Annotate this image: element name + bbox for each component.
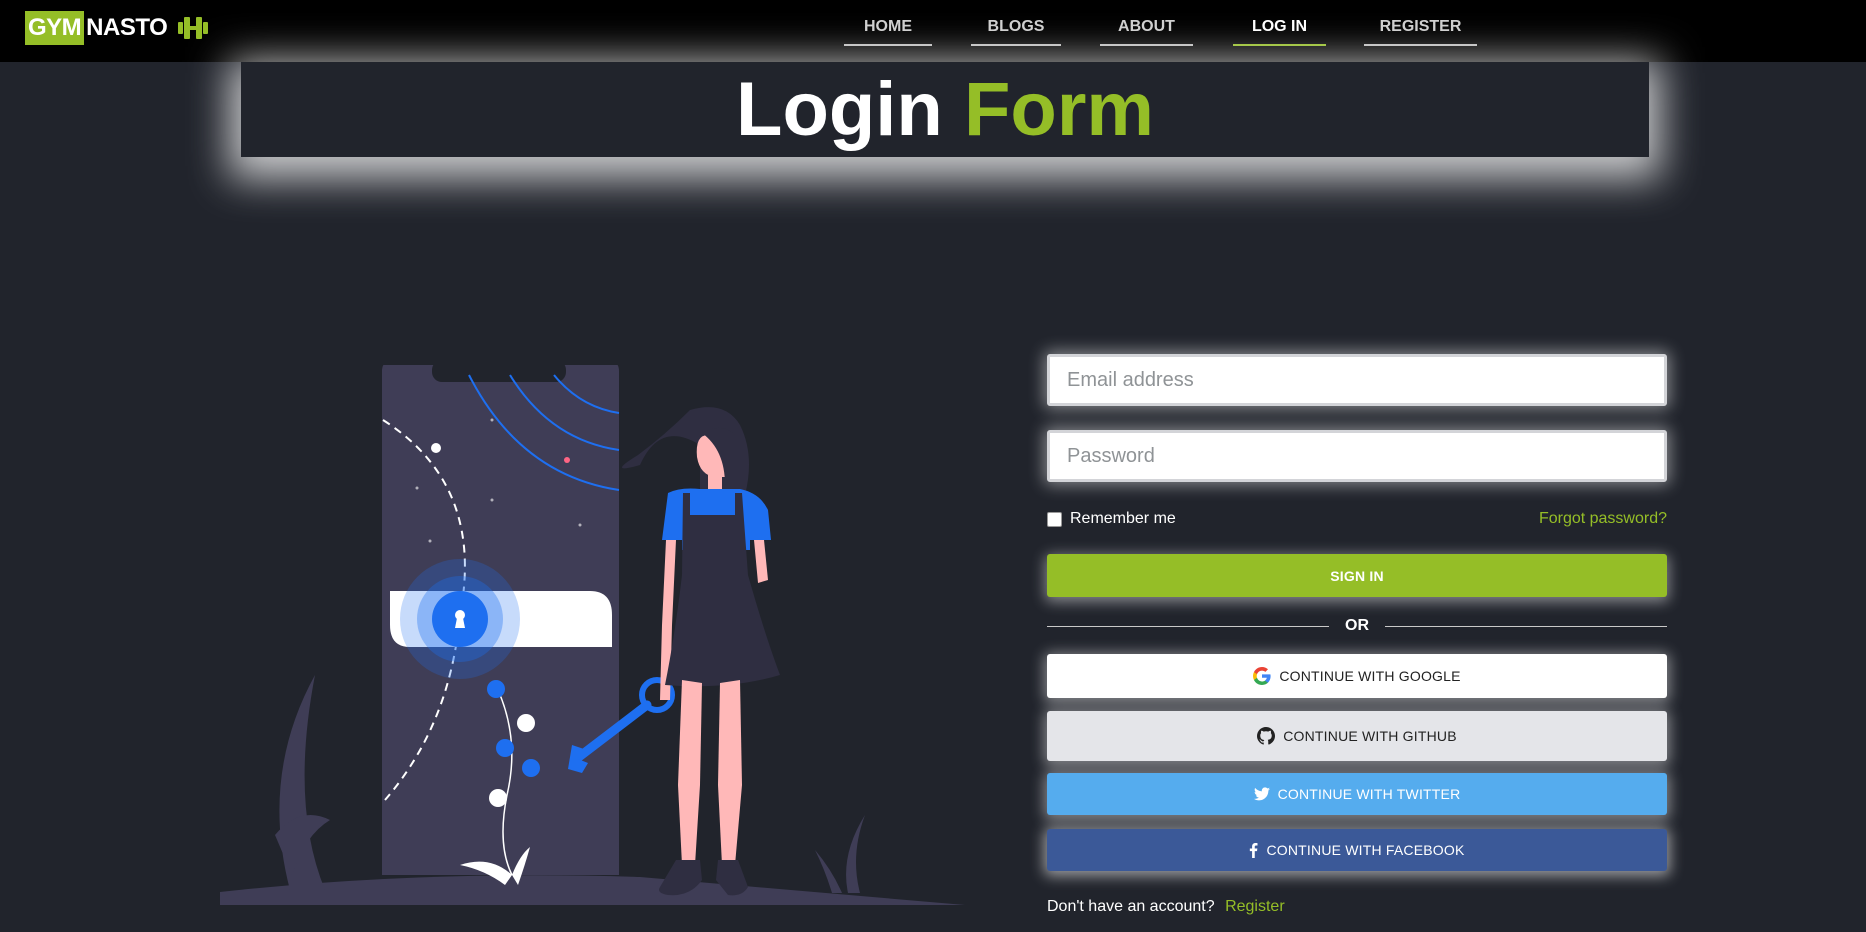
password-input[interactable]	[1047, 430, 1667, 482]
nav-login[interactable]: LOG IN	[1233, 18, 1326, 46]
title-banner: Login Form	[241, 62, 1649, 157]
register-row: Don't have an account? Register	[1047, 898, 1285, 916]
register-link[interactable]: Register	[1225, 898, 1285, 915]
google-icon	[1253, 667, 1271, 685]
github-icon	[1257, 727, 1276, 745]
twitter-label: CONTINUE WITH TWITTER	[1277, 786, 1461, 802]
facebook-icon	[1249, 842, 1258, 858]
facebook-label: CONTINUE WITH FACEBOOK	[1266, 842, 1465, 858]
remember-row: Remember me Forgot password?	[1047, 509, 1667, 533]
nav-home[interactable]: HOME	[844, 18, 932, 46]
no-account-text: Don't have an account?	[1047, 898, 1215, 915]
github-label: CONTINUE WITH GITHUB	[1283, 728, 1457, 744]
nav-about[interactable]: ABOUT	[1100, 18, 1193, 46]
page-title-form: Form	[963, 67, 1154, 152]
nav-register[interactable]: REGISTER	[1364, 18, 1477, 46]
brand-logo[interactable]: GYM NASTO	[25, 11, 209, 45]
or-line-left	[1047, 626, 1329, 627]
brand-part-gym: GYM	[25, 11, 85, 45]
brand-part-nasto: NASTO	[86, 14, 168, 41]
twitter-login-button[interactable]: CONTINUE WITH TWITTER	[1047, 773, 1667, 815]
page-title: Login Form	[241, 52, 1649, 168]
dumbbell-icon	[177, 15, 209, 41]
forgot-password-link[interactable]: Forgot password?	[1539, 510, 1667, 528]
page-title-login: Login	[736, 67, 943, 152]
email-input[interactable]	[1047, 354, 1667, 406]
twitter-icon	[1253, 787, 1270, 801]
remember-label[interactable]: Remember me	[1070, 510, 1176, 528]
nav-blogs[interactable]: BLOGS	[971, 18, 1061, 46]
login-illustration	[220, 365, 965, 905]
or-line-right	[1385, 626, 1667, 627]
google-label: CONTINUE WITH GOOGLE	[1279, 668, 1461, 684]
facebook-login-button[interactable]: CONTINUE WITH FACEBOOK	[1047, 829, 1667, 871]
remember-checkbox[interactable]	[1047, 512, 1062, 527]
or-label: OR	[1345, 617, 1369, 634]
or-divider: OR	[1047, 616, 1667, 638]
google-login-button[interactable]: CONTINUE WITH GOOGLE	[1047, 654, 1667, 698]
sign-in-button[interactable]: SIGN IN	[1047, 554, 1667, 597]
sign-in-label: SIGN IN	[1330, 567, 1384, 584]
github-login-button[interactable]: CONTINUE WITH GITHUB	[1047, 711, 1667, 761]
